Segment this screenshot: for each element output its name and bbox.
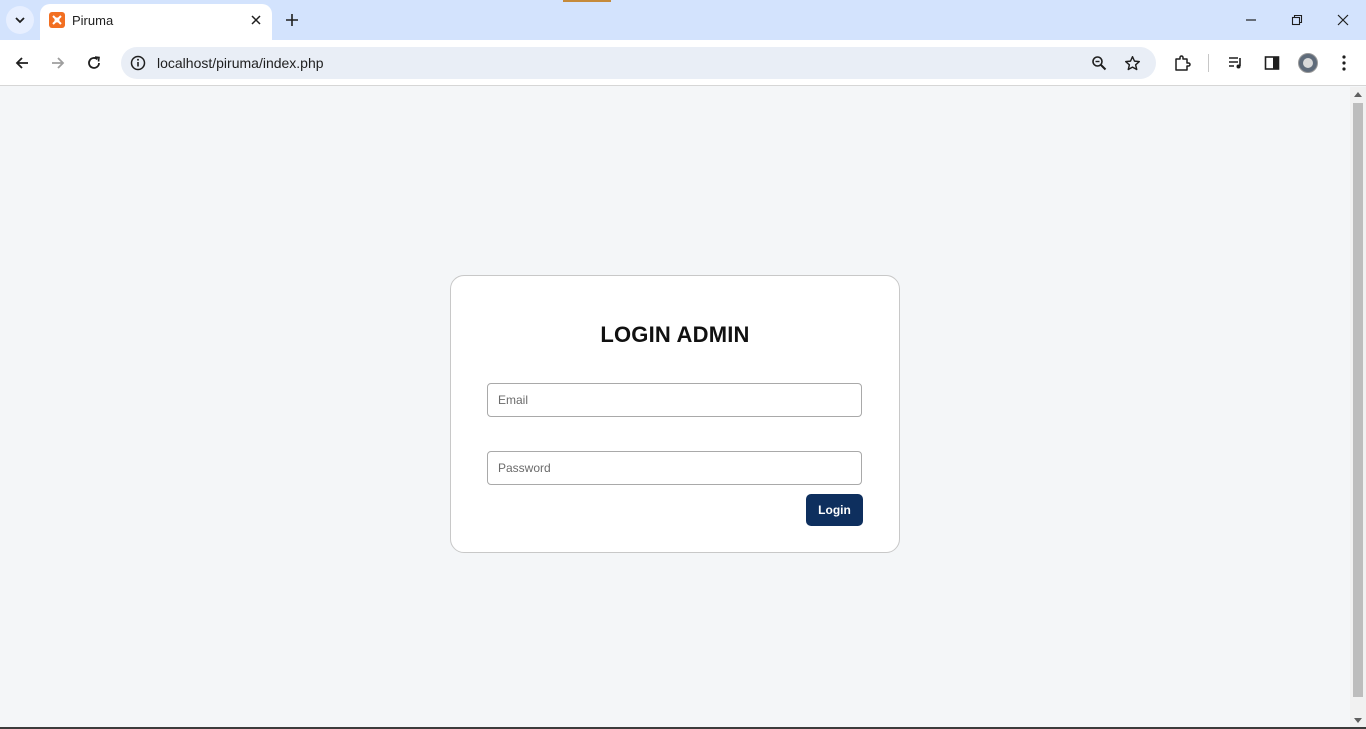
forward-button[interactable]	[44, 49, 72, 77]
email-input[interactable]	[487, 383, 862, 417]
reload-button[interactable]	[80, 49, 108, 77]
minimize-icon	[1246, 19, 1256, 21]
site-info-icon[interactable]	[129, 54, 147, 72]
tab-close-icon[interactable]	[248, 12, 264, 28]
more-menu-icon[interactable]	[1332, 51, 1356, 75]
address-bar[interactable]: localhost/piruma/index.php	[121, 47, 1156, 79]
url-text: localhost/piruma/index.php	[157, 55, 324, 71]
toolbar-divider	[1208, 54, 1209, 72]
new-tab-button[interactable]	[282, 10, 302, 30]
forward-arrow-icon	[52, 57, 65, 69]
minimize-button[interactable]	[1228, 0, 1274, 40]
scroll-down-arrow-icon[interactable]	[1354, 718, 1362, 723]
tab-search-button[interactable]	[6, 6, 34, 34]
reload-icon	[88, 56, 100, 69]
login-card: LOGIN ADMIN Login	[450, 275, 900, 553]
scroll-thumb[interactable]	[1353, 103, 1363, 697]
login-button[interactable]: Login	[806, 494, 863, 526]
page-viewport: LOGIN ADMIN Login	[0, 87, 1350, 727]
login-title: LOGIN ADMIN	[600, 322, 750, 347]
plus-icon	[286, 14, 298, 26]
tab-strip-indicator	[563, 0, 611, 2]
side-panel-icon[interactable]	[1260, 51, 1284, 75]
close-icon	[1337, 14, 1349, 26]
scroll-up-arrow-icon[interactable]	[1354, 92, 1362, 97]
bookmark-star-icon[interactable]	[1122, 53, 1142, 73]
vertical-scrollbar[interactable]	[1350, 87, 1366, 727]
zoom-icon[interactable]	[1089, 53, 1109, 73]
back-button[interactable]	[8, 49, 36, 77]
close-window-button[interactable]	[1320, 0, 1366, 40]
restore-icon	[1291, 14, 1303, 26]
tab-title: Piruma	[72, 13, 114, 28]
back-arrow-icon	[15, 57, 28, 69]
restore-button[interactable]	[1274, 0, 1320, 40]
extensions-puzzle-icon[interactable]	[1170, 51, 1194, 75]
xampp-favicon-icon	[49, 12, 65, 28]
browser-toolbar: localhost/piruma/index.php	[0, 40, 1366, 86]
browser-tab[interactable]: Piruma	[40, 4, 272, 40]
browser-titlebar: Piruma	[0, 0, 1366, 40]
chevron-down-icon	[15, 17, 25, 24]
password-input[interactable]	[487, 451, 862, 485]
media-control-icon[interactable]	[1224, 51, 1248, 75]
profile-avatar[interactable]	[1298, 53, 1318, 73]
